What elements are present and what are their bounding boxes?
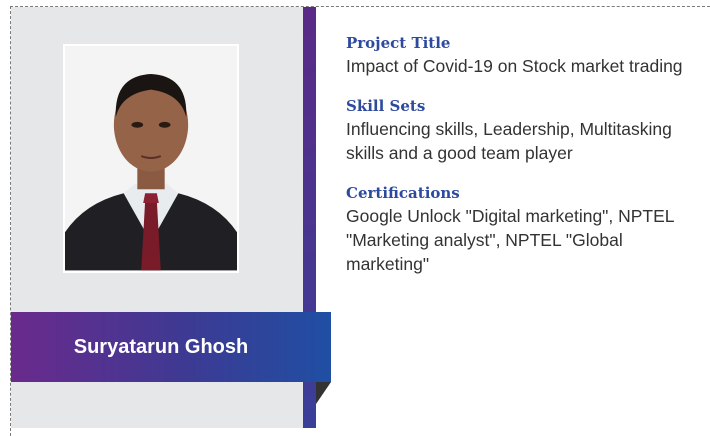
section-heading: Certifications [346,184,460,202]
section-text: Impact of Covid-19 on Stock market tradi… [346,56,683,76]
section-heading: Project Title [346,34,451,52]
section-text: Influencing skills, Leadership, Multitas… [346,119,672,163]
section-heading: Skill Sets [346,97,426,115]
section-skill-sets: Skill Sets Influencing skills, Leadershi… [346,95,696,165]
section-text: Google Unlock "Digital marketing", NPTEL… [346,206,674,274]
name-banner: Suryatarun Ghosh [11,312,331,382]
section-project-title: Project Title Impact of Covid-19 on Stoc… [346,32,696,78]
profile-photo [63,44,239,273]
details-column: Project Title Impact of Covid-19 on Stoc… [346,32,696,293]
section-certifications: Certifications Google Unlock "Digital ma… [346,182,696,276]
profile-name: Suryatarun Ghosh [73,335,249,358]
banner-fold [316,382,331,404]
